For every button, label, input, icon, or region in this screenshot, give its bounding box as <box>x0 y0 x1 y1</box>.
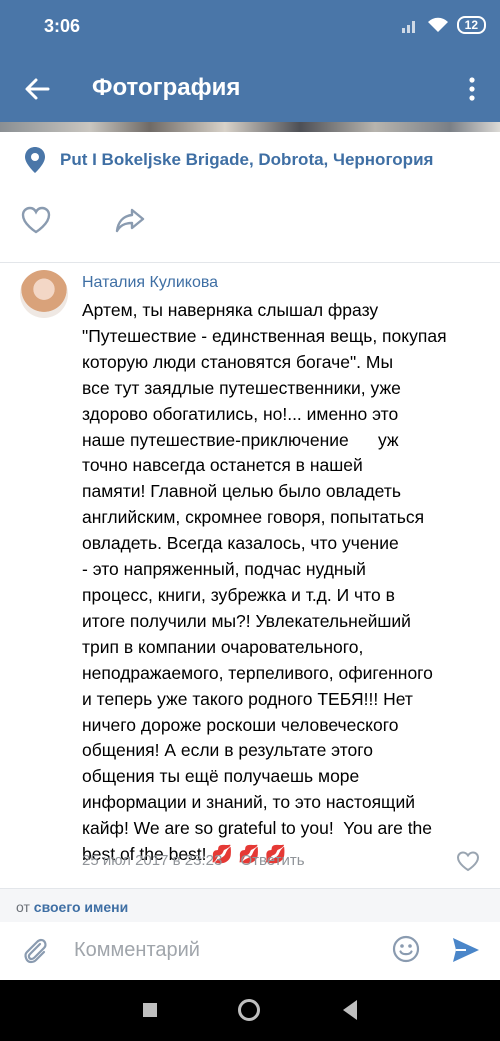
status-icons: 12 <box>401 16 486 34</box>
comment-text: Артем, ты наверняка слышал фразу "Путеше… <box>82 300 447 865</box>
wifi-icon <box>427 17 448 32</box>
location-row[interactable]: Put I Bokeljske Brigade, Dobrota, Черног… <box>24 146 433 174</box>
emoji-icon[interactable] <box>391 934 421 964</box>
comment-meta: 25 июл 2017 в 23:23 Ответить <box>82 852 305 869</box>
location-text: Put I Bokeljske Brigade, Dobrota, Черног… <box>60 150 434 169</box>
app-bar: Фотография <box>0 56 500 122</box>
posting-as-label: от своего имени <box>16 899 128 915</box>
comment-input[interactable]: Комментарий <box>74 939 200 962</box>
reply-button[interactable]: Ответить <box>240 852 304 869</box>
more-vertical-icon[interactable] <box>460 72 484 106</box>
avatar[interactable] <box>20 270 68 318</box>
signal-icon <box>401 21 415 33</box>
home-icon[interactable] <box>238 999 260 1021</box>
comment-date: 25 июл 2017 в 23:23 <box>82 852 223 869</box>
back-arrow-icon[interactable] <box>20 72 54 106</box>
send-icon[interactable] <box>450 934 482 966</box>
comment-like-icon[interactable] <box>456 850 480 872</box>
status-bar: 3:06 12 <box>0 0 500 56</box>
like-heart-icon[interactable] <box>20 205 52 235</box>
photo-actions <box>20 205 146 235</box>
location-pin-icon <box>25 147 45 173</box>
system-back-icon[interactable] <box>343 1000 357 1020</box>
photo-preview[interactable] <box>0 122 500 132</box>
paperclip-icon[interactable] <box>20 936 50 966</box>
battery-icon: 12 <box>456 16 486 34</box>
page-title: Фотография <box>92 74 241 101</box>
status-time: 3:06 <box>44 16 81 36</box>
comment-author[interactable]: Наталия Куликова <box>82 274 218 292</box>
system-nav-bar <box>0 980 500 1041</box>
comment-composer: Комментарий <box>0 922 500 980</box>
posting-as-prefix: от <box>16 899 30 915</box>
divider <box>0 262 500 263</box>
posting-as-link[interactable]: своего имени <box>34 899 128 915</box>
recent-apps-icon[interactable] <box>143 1003 157 1017</box>
posting-as-bar: от своего имени <box>0 888 500 922</box>
share-icon[interactable] <box>114 205 146 235</box>
